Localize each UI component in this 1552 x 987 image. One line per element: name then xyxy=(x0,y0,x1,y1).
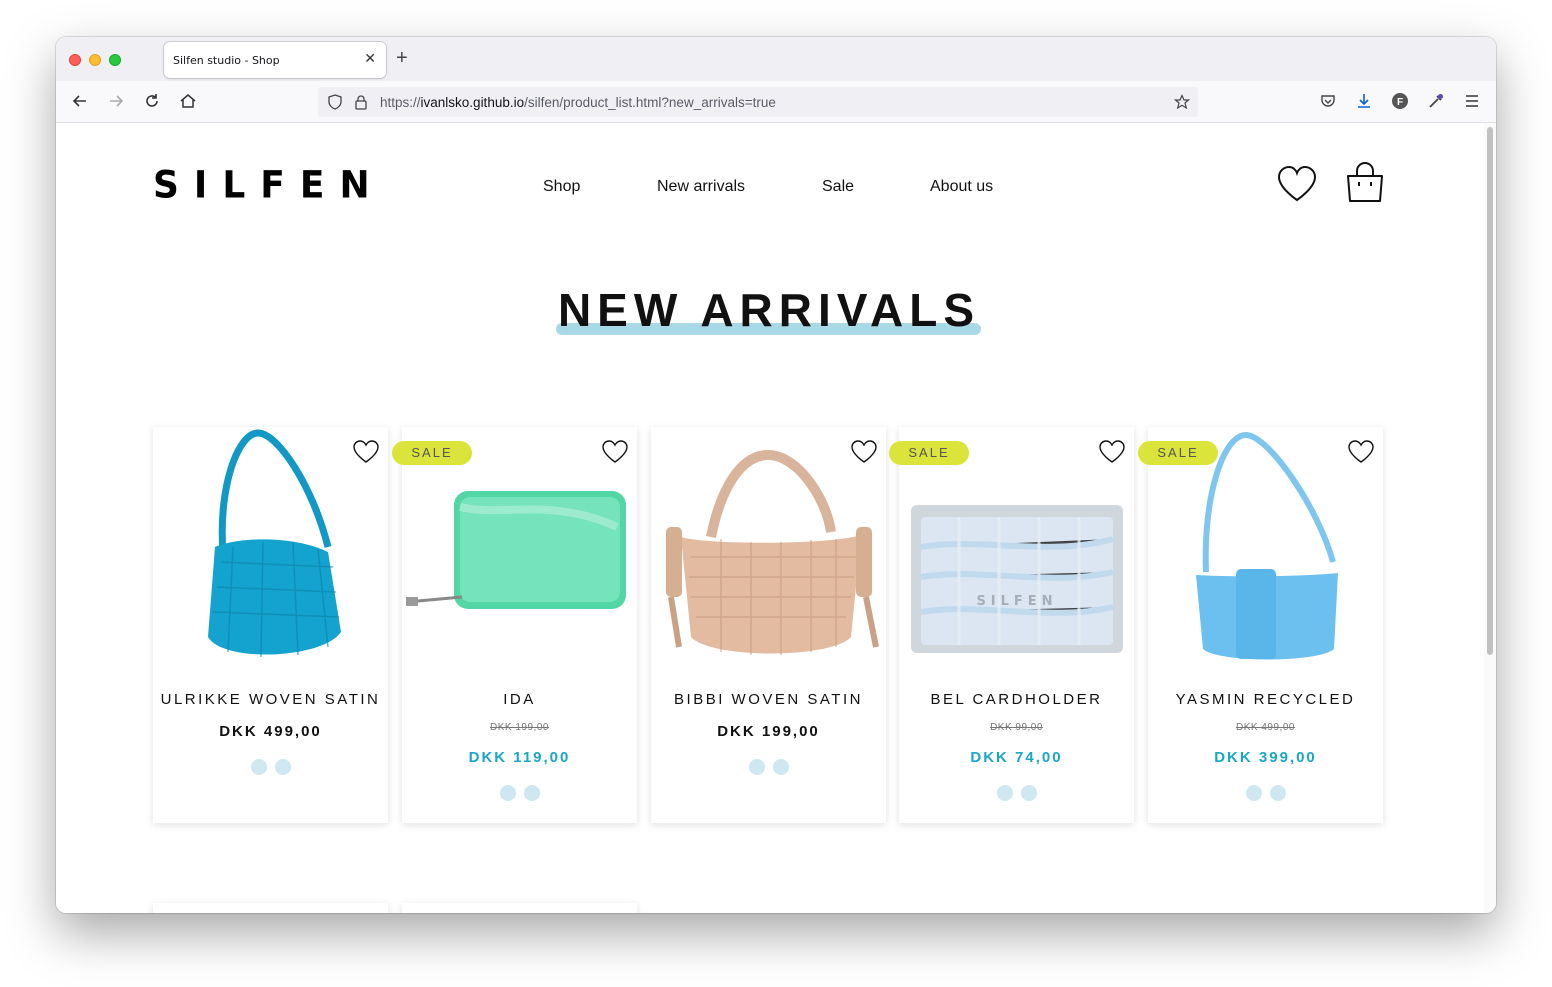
sale-badge: SALE xyxy=(1138,441,1218,465)
forward-icon[interactable] xyxy=(106,91,126,111)
tab-active[interactable]: Silfen studio - Shop ✕ xyxy=(164,42,386,78)
product-old-price: DKK 99,00 xyxy=(990,722,1043,733)
product-card-partial[interactable] xyxy=(153,903,388,913)
color-swatches xyxy=(1148,785,1383,806)
minimize-window-button[interactable] xyxy=(89,54,101,66)
product-old-price: DKK 499,00 xyxy=(1236,722,1295,733)
back-icon[interactable] xyxy=(70,91,90,111)
shopping-bag-icon[interactable] xyxy=(1345,160,1385,204)
svg-text:F: F xyxy=(1397,97,1403,108)
zoom-window-button[interactable] xyxy=(109,54,121,66)
page-heading-wrap: NEW ARRIVALS xyxy=(556,283,982,343)
color-swatch[interactable] xyxy=(1245,785,1262,801)
nav-shop[interactable]: Shop xyxy=(543,178,580,196)
new-tab-button[interactable]: + xyxy=(396,47,408,70)
product-name[interactable]: BEL CARDHOLDER xyxy=(899,691,1134,708)
url-host: ivanlsko.github.io xyxy=(420,95,525,110)
color-swatches xyxy=(153,759,388,780)
color-swatch[interactable] xyxy=(772,759,789,775)
favorite-heart-icon[interactable] xyxy=(850,439,878,465)
color-swatches xyxy=(651,759,886,780)
shield-icon[interactable] xyxy=(327,94,343,110)
product-price: DKK 199,00 xyxy=(717,723,820,740)
tab-title: Silfen studio - Shop xyxy=(173,54,280,67)
close-window-button[interactable] xyxy=(69,54,81,66)
bookmark-star-icon[interactable] xyxy=(1174,94,1190,110)
color-swatch[interactable] xyxy=(250,759,267,775)
home-icon[interactable] xyxy=(178,91,198,111)
color-swatch[interactable] xyxy=(1020,785,1037,801)
reload-icon[interactable] xyxy=(142,91,162,111)
page-scrollbar[interactable] xyxy=(1484,123,1496,913)
url-text[interactable]: https://ivanlsko.github.io/silfen/produc… xyxy=(380,95,776,110)
nav-new-arrivals[interactable]: New arrivals xyxy=(657,178,745,196)
color-swatch[interactable] xyxy=(523,785,540,801)
nav-about-us[interactable]: About us xyxy=(930,178,993,196)
color-swatches xyxy=(402,785,637,806)
product-name[interactable]: ULRIKKE WOVEN SATIN xyxy=(153,691,388,708)
product-price: DKK 499,00 xyxy=(219,723,322,740)
color-swatches xyxy=(899,785,1134,806)
account-icon[interactable]: F xyxy=(1390,91,1410,111)
pocket-icon[interactable] xyxy=(1318,91,1338,111)
product-name[interactable]: BIBBI WOVEN SATIN xyxy=(651,691,886,708)
browser-toolbar: https://ivanlsko.github.io/silfen/produc… xyxy=(56,81,1496,123)
color-swatch[interactable] xyxy=(748,759,765,775)
favorite-heart-icon[interactable] xyxy=(352,439,380,465)
page-heading: NEW ARRIVALS xyxy=(557,284,981,336)
sale-badge: SALE xyxy=(889,441,969,465)
product-card[interactable]: SALE YASMIN RECYCLED DKK 499,00 DKK 399,… xyxy=(1138,427,1383,823)
product-card[interactable]: SALE IDA DKK 199,00 DKK 119,00 xyxy=(392,427,637,823)
color-swatch[interactable] xyxy=(996,785,1013,801)
color-swatch[interactable] xyxy=(274,759,291,775)
product-sale-price: DKK 74,00 xyxy=(970,749,1063,766)
product-card[interactable]: SILFEN SALE BEL CARDHOLDER DKK 99,00 DKK… xyxy=(889,427,1134,823)
product-sale-price: DKK 119,00 xyxy=(468,749,571,766)
product-card[interactable]: ULRIKKE WOVEN SATIN DKK 499,00 xyxy=(153,427,388,823)
site-logo[interactable]: SILFEN xyxy=(153,164,385,207)
tab-close-icon[interactable]: ✕ xyxy=(364,50,376,67)
page-content: SILFEN Shop New arrivals Sale About us N… xyxy=(56,123,1484,913)
product-sale-price: DKK 399,00 xyxy=(1214,749,1317,766)
url-path: /silfen/product_list.html?new_arrivals=t… xyxy=(524,95,776,110)
product-name[interactable]: YASMIN RECYCLED xyxy=(1148,691,1383,708)
product-name[interactable]: IDA xyxy=(402,691,637,708)
wishlist-heart-icon[interactable] xyxy=(1276,165,1318,203)
favorite-heart-icon[interactable] xyxy=(601,439,629,465)
favorite-heart-icon[interactable] xyxy=(1347,439,1375,465)
product-card[interactable]: BIBBI WOVEN SATIN DKK 199,00 xyxy=(651,427,886,823)
svg-text:SILFEN: SILFEN xyxy=(976,594,1057,609)
favorite-heart-icon[interactable] xyxy=(1098,439,1126,465)
color-swatch[interactable] xyxy=(1269,785,1286,801)
browser-window: Silfen studio - Shop ✕ + https://ivanlsk… xyxy=(56,37,1496,913)
color-swatch[interactable] xyxy=(499,785,516,801)
product-old-price: DKK 199,00 xyxy=(490,722,549,733)
lock-icon[interactable] xyxy=(354,94,368,110)
address-bar[interactable]: https://ivanlsko.github.io/silfen/produc… xyxy=(318,87,1198,117)
downloads-icon[interactable] xyxy=(1354,91,1374,111)
eyedropper-icon[interactable] xyxy=(1426,91,1446,111)
sale-badge: SALE xyxy=(392,441,472,465)
nav-sale[interactable]: Sale xyxy=(822,178,854,196)
scrollbar-thumb[interactable] xyxy=(1487,127,1493,655)
url-prefix: https:// xyxy=(380,95,421,110)
tab-bar: Silfen studio - Shop ✕ + xyxy=(56,37,1496,81)
menu-icon[interactable] xyxy=(1462,91,1482,111)
product-card-partial[interactable] xyxy=(402,903,637,913)
